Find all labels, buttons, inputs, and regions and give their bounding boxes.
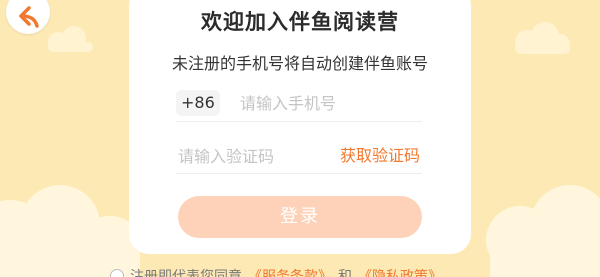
cloud-decoration-right	[486, 185, 600, 277]
get-code-button[interactable]: 获取验证码	[340, 143, 420, 169]
agreement-row: 注册即代表您同意 《服务条款》 和 《隐私政策》	[110, 266, 442, 277]
country-code-selector[interactable]: +86	[176, 90, 220, 116]
cloud-decoration-top-left	[48, 26, 93, 52]
user-agreement-link[interactable]: 《服务条款》	[248, 266, 332, 277]
page-subtitle: 未注册的手机号将自动创建伴鱼账号	[171, 54, 428, 73]
login-button[interactable]: 登录	[178, 196, 422, 238]
agree-checkbox[interactable]	[110, 269, 124, 277]
phone-row: +86	[176, 86, 422, 122]
login-card: 欢迎加入伴鱼阅读营 未注册的手机号将自动创建伴鱼账号 +86 获取验证码 登录	[129, 0, 471, 254]
phone-input[interactable]	[240, 90, 420, 116]
code-row: 获取验证码	[176, 136, 422, 174]
cloud-decoration-top-right	[515, 22, 570, 54]
privacy-policy-link[interactable]: 《隐私政策》	[358, 266, 442, 277]
agreement-text: 注册即代表您同意	[130, 269, 242, 277]
cloud-decoration-left	[0, 185, 140, 277]
back-arrow-icon	[19, 6, 39, 28]
verification-code-input[interactable]	[178, 143, 318, 169]
agreement-and: 和	[338, 269, 352, 277]
page-title: 欢迎加入伴鱼阅读营	[201, 10, 399, 34]
